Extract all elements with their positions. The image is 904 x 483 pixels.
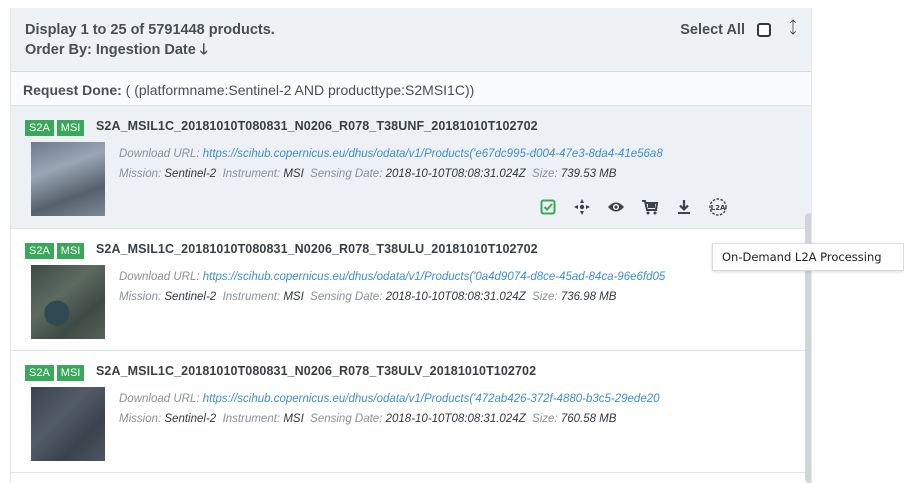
product-item[interactable]: S2A MSI S2A_MSIL1C_20181010T080831_N0206… xyxy=(11,229,811,351)
product-tags: S2A MSI xyxy=(25,243,85,259)
l2a-tooltip: On-Demand L2A Processing xyxy=(712,243,904,271)
instrument-value: MSI xyxy=(283,168,304,180)
request-query: ( (platformname:Sentinel-2 AND productty… xyxy=(121,82,475,98)
select-all-label[interactable]: Select All xyxy=(680,22,745,38)
product-tags: S2A MSI xyxy=(25,120,85,136)
platform-tag: S2A xyxy=(25,243,54,259)
product-thumbnail[interactable] xyxy=(31,387,105,461)
download-url-label: Download URL: xyxy=(119,393,200,405)
product-name[interactable]: S2A_MSIL1C_20181010T080831_N0206_R078_T3… xyxy=(96,119,538,133)
sensing-date-value: 2018-10-10T08:08:31.024Z xyxy=(385,168,526,180)
products-panel: Display 1 to 25 of 5791448 products. Ord… xyxy=(10,8,812,483)
download-icon[interactable] xyxy=(667,196,701,218)
product-details-row: Mission: Sentinel-2 Instrument: MSI Sens… xyxy=(119,291,616,303)
sensing-date-value: 2018-10-10T08:08:31.024Z xyxy=(385,413,526,425)
size-label: Size: xyxy=(532,413,558,425)
request-done: Request Done: ( (platformname:Sentinel-2… xyxy=(11,72,811,106)
instrument-value: MSI xyxy=(283,413,304,425)
size-value: 736.98 MB xyxy=(560,291,617,303)
instrument-label: Instrument: xyxy=(222,413,281,425)
product-thumbnail[interactable] xyxy=(31,265,105,339)
size-value: 760.58 MB xyxy=(560,413,617,425)
download-url-link[interactable]: https://scihub.copernicus.eu/dhus/odata/… xyxy=(203,393,660,405)
product-thumbnail[interactable] xyxy=(31,142,105,216)
mission-label: Mission: xyxy=(119,413,162,425)
instrument-label: Instrument: xyxy=(222,291,281,303)
request-label: Request Done: xyxy=(23,82,122,98)
l2a-process-icon[interactable]: L2A xyxy=(701,196,735,218)
product-tags: S2A MSI xyxy=(25,365,85,381)
sensing-date-label: Sensing Date: xyxy=(310,413,383,425)
sensing-date-label: Sensing Date: xyxy=(310,291,383,303)
download-url-row: Download URL: https://scihub.copernicus.… xyxy=(119,271,665,283)
download-url-link[interactable]: https://scihub.copernicus.eu/dhus/odata/… xyxy=(203,271,666,283)
sensing-date-value: 2018-10-10T08:08:31.024Z xyxy=(385,291,526,303)
product-name[interactable]: S2A_MSIL1C_20181010T080831_N0206_R078_T3… xyxy=(96,364,536,378)
size-value: 739.53 MB xyxy=(560,168,617,180)
product-name[interactable]: S2A_MSIL1C_20181010T080831_N0206_R078_T3… xyxy=(96,242,538,256)
sort-arrow-icon[interactable]: 🡓 xyxy=(200,41,208,58)
eye-icon[interactable] xyxy=(599,196,633,218)
select-all-checkbox[interactable] xyxy=(757,23,771,37)
download-url-row: Download URL: https://scihub.copernicus.… xyxy=(119,148,663,160)
platform-tag: S2A xyxy=(25,365,54,381)
crosshair-icon[interactable] xyxy=(565,196,599,218)
product-item[interactable]: S2A MSI S2A_MSIL1C_20181010T080831_N0206… xyxy=(11,106,811,229)
mission-label: Mission: xyxy=(119,291,162,303)
product-item[interactable]: S2A MSI S2A_MSIL1C_20181010T080831_N0206… xyxy=(11,351,811,473)
mission-value: Sentinel-2 xyxy=(164,291,217,303)
platform-tag: S2A xyxy=(25,120,54,136)
product-details-row: Mission: Sentinel-2 Instrument: MSI Sens… xyxy=(119,168,616,180)
size-label: Size: xyxy=(532,168,558,180)
download-url-row: Download URL: https://scihub.copernicus.… xyxy=(119,393,660,405)
instrument-value: MSI xyxy=(283,291,304,303)
mission-value: Sentinel-2 xyxy=(164,413,217,425)
order-by[interactable]: Order By: Ingestion Date 🡓 xyxy=(25,40,811,60)
download-url-link[interactable]: https://scihub.copernicus.eu/dhus/odata/… xyxy=(203,148,663,160)
check-square-icon[interactable] xyxy=(531,196,565,218)
download-url-label: Download URL: xyxy=(119,271,200,283)
order-by-label: Order By: Ingestion Date xyxy=(25,42,196,58)
l2a-icon-text: L2A xyxy=(711,204,726,212)
sensing-date-label: Sensing Date: xyxy=(310,168,383,180)
mission-label: Mission: xyxy=(119,168,162,180)
download-url-label: Download URL: xyxy=(119,148,200,160)
instrument-label: Instrument: xyxy=(222,168,281,180)
instrument-tag: MSI xyxy=(56,120,85,136)
instrument-tag: MSI xyxy=(56,365,85,381)
list-header: Display 1 to 25 of 5791448 products. Ord… xyxy=(11,8,811,72)
product-details-row: Mission: Sentinel-2 Instrument: MSI Sens… xyxy=(119,413,616,425)
instrument-tag: MSI xyxy=(56,243,85,259)
cart-icon[interactable] xyxy=(633,196,667,218)
mission-value: Sentinel-2 xyxy=(164,168,217,180)
product-actions: L2A xyxy=(531,196,735,218)
size-label: Size: xyxy=(532,291,558,303)
